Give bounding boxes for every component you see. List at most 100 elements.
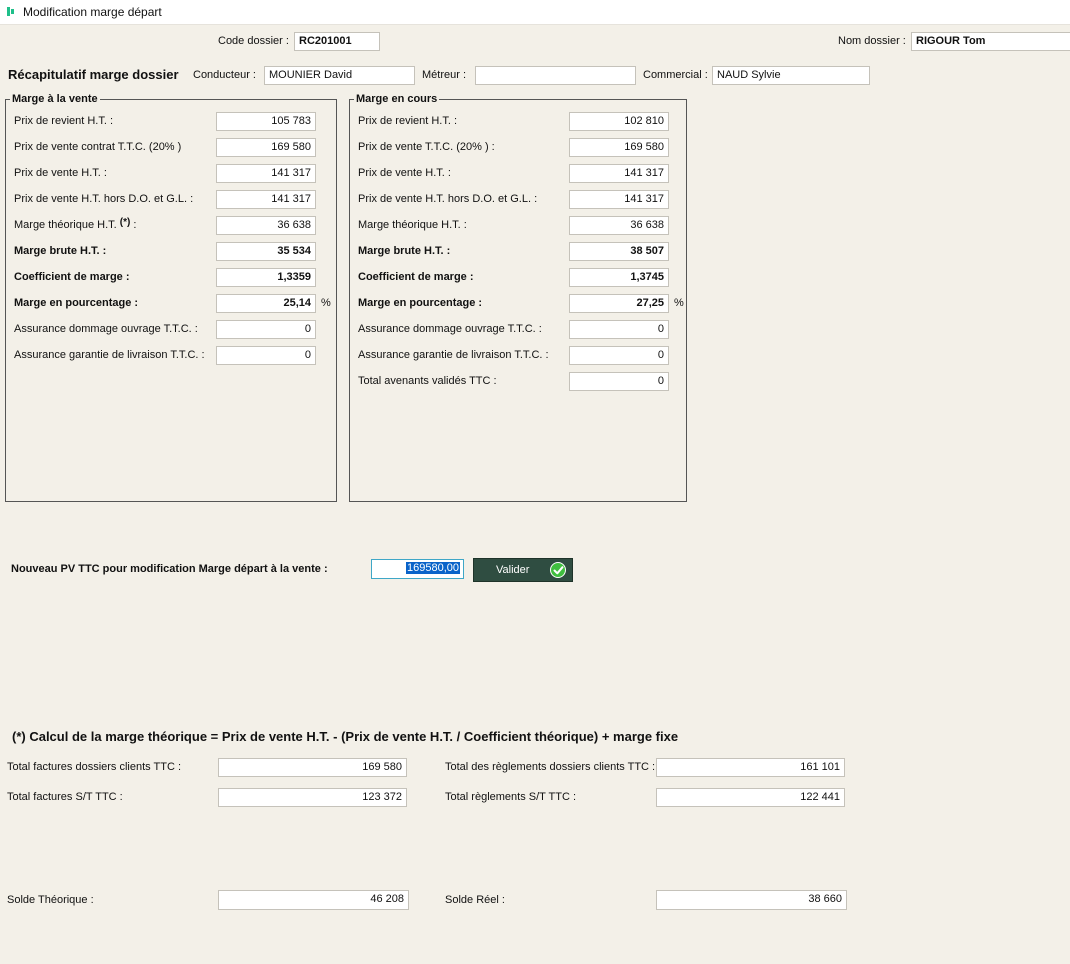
cours-row-label-text: Assurance dommage ouvrage T.T.C. : bbox=[358, 323, 542, 335]
total-factures-st-field[interactable]: 123 372 bbox=[218, 788, 407, 807]
marge-cours-group: Marge en cours Prix de revient H.T. : 102… bbox=[349, 93, 687, 502]
vente-row-field[interactable]: 105 783 bbox=[216, 112, 316, 131]
cours-row-field[interactable]: 0 bbox=[569, 346, 669, 365]
nouveau-pv-value: 169580,00 bbox=[406, 562, 460, 574]
cours-row-label: Prix de vente H.T. : bbox=[358, 167, 451, 179]
nom-dossier-label: Nom dossier : bbox=[838, 35, 906, 47]
cours-row-field[interactable]: 169 580 bbox=[569, 138, 669, 157]
note-star: (*) bbox=[12, 729, 26, 744]
total-reglements-clients-label: Total des règlements dossiers clients TT… bbox=[445, 761, 656, 773]
solde-reel-label: Solde Réel : bbox=[445, 894, 505, 906]
cours-row-field[interactable]: 141 317 bbox=[569, 164, 669, 183]
vente-row-label: Coefficient de marge : bbox=[14, 271, 130, 283]
solde-reel-field[interactable]: 38 660 bbox=[656, 890, 847, 910]
cours-row-field[interactable]: 141 317 bbox=[569, 190, 669, 209]
vente-row-field[interactable]: 169 580 bbox=[216, 138, 316, 157]
conducteur-label: Conducteur : bbox=[193, 69, 256, 81]
commercial-label: Commercial : bbox=[643, 69, 708, 81]
vente-row-field[interactable]: 1,3359 bbox=[216, 268, 316, 287]
vente-row-label-text: Assurance dommage ouvrage T.T.C. : bbox=[14, 323, 198, 335]
nouveau-pv-label: Nouveau PV TTC pour modification Marge d… bbox=[11, 563, 328, 575]
total-reglements-st-field[interactable]: 122 441 bbox=[656, 788, 845, 807]
vente-row-label: Prix de vente contrat T.T.C. (20% ) bbox=[14, 141, 181, 153]
cours-row-field[interactable]: 1,3745 bbox=[569, 268, 669, 287]
cours-row-label: Prix de vente T.T.C. (20% ) : bbox=[358, 141, 495, 153]
vente-row-unit: % bbox=[321, 297, 331, 309]
cours-row-field[interactable]: 0 bbox=[569, 372, 669, 391]
vente-row-field[interactable]: 141 317 bbox=[216, 164, 316, 183]
marge-cours-title: Marge en cours bbox=[354, 93, 440, 106]
total-factures-st-label: Total factures S/T TTC : bbox=[7, 791, 123, 803]
code-dossier-field[interactable]: RC201001 bbox=[294, 32, 380, 51]
cours-row-label-text: Prix de revient H.T. : bbox=[358, 115, 458, 127]
solde-theorique-field[interactable]: 46 208 bbox=[218, 890, 409, 910]
cours-row-label-text: Marge théorique H.T. : bbox=[358, 219, 467, 231]
vente-row-field[interactable]: 25,14 bbox=[216, 294, 316, 313]
vente-row-label-suffix: (*) bbox=[119, 217, 131, 228]
vente-row-label-text: Marge en pourcentage : bbox=[14, 297, 139, 309]
vente-row-label-text: Marge théorique H.T. bbox=[14, 219, 117, 231]
cours-row-label: Prix de revient H.T. : bbox=[358, 115, 457, 127]
metreur-label: Métreur : bbox=[422, 69, 467, 81]
vente-row-label-text: Prix de vente contrat T.T.C. (20% ) bbox=[14, 141, 182, 153]
vente-row-label: Marge en pourcentage : bbox=[14, 297, 138, 309]
cours-row-label-text: Assurance garantie de livraison T.T.C. : bbox=[358, 349, 549, 361]
cours-row-label-text: Prix de vente H.T. : bbox=[358, 167, 451, 179]
cours-row-label: Coefficient de marge : bbox=[358, 271, 474, 283]
cours-row-label: Marge théorique H.T. : bbox=[358, 219, 467, 231]
vente-row-label-text: Prix de vente H.T. hors D.O. et G.L. : bbox=[14, 193, 194, 205]
conducteur-field[interactable]: MOUNIER David bbox=[264, 66, 415, 85]
vente-row-label: Prix de vente H.T. hors D.O. et G.L. : bbox=[14, 193, 193, 205]
cours-row-field[interactable]: 38 507 bbox=[569, 242, 669, 261]
code-dossier-label: Code dossier : bbox=[218, 35, 289, 47]
total-reglements-clients-field[interactable]: 161 101 bbox=[656, 758, 845, 777]
vente-row-field[interactable]: 141 317 bbox=[216, 190, 316, 209]
cours-row-field[interactable]: 0 bbox=[569, 320, 669, 339]
vente-row-label-text: Assurance garantie de livraison T.T.C. : bbox=[14, 349, 205, 361]
vente-row-label: Assurance garantie de livraison T.T.C. : bbox=[14, 349, 205, 361]
total-factures-clients-field[interactable]: 169 580 bbox=[218, 758, 407, 777]
vente-row-field[interactable]: 36 638 bbox=[216, 216, 316, 235]
vente-row-field[interactable]: 0 bbox=[216, 346, 316, 365]
cours-row-field[interactable]: 36 638 bbox=[569, 216, 669, 235]
vente-row-label: Marge brute H.T. : bbox=[14, 245, 106, 257]
vente-row-label: Marge théorique H.T. (*) : bbox=[14, 217, 137, 231]
cours-row-label: Assurance garantie de livraison T.T.C. : bbox=[358, 349, 549, 361]
check-icon bbox=[550, 562, 566, 578]
commercial-field[interactable]: NAUD Sylvie bbox=[712, 66, 870, 85]
vente-row-label-text: Prix de vente H.T. : bbox=[14, 167, 107, 179]
cours-row-unit: % bbox=[674, 297, 684, 309]
cours-row-label-text: Coefficient de marge : bbox=[358, 271, 474, 283]
valider-button-label: Valider bbox=[496, 564, 530, 576]
vente-row-label: Prix de revient H.T. : bbox=[14, 115, 113, 127]
vente-row-label-text: Coefficient de marge : bbox=[14, 271, 130, 283]
vente-row-label-tail: : bbox=[130, 219, 137, 231]
title-bar: Modification marge départ bbox=[0, 0, 1070, 25]
valider-button[interactable]: Valider bbox=[473, 558, 573, 582]
vente-row-field[interactable]: 0 bbox=[216, 320, 316, 339]
cours-row-label: Marge brute H.T. : bbox=[358, 245, 450, 257]
vente-row-field[interactable]: 35 534 bbox=[216, 242, 316, 261]
note-text: Calcul de la marge théorique = Prix de v… bbox=[25, 729, 679, 744]
cours-row-field[interactable]: 27,25 bbox=[569, 294, 669, 313]
recap-title: Récapitulatif marge dossier bbox=[8, 67, 179, 82]
nouveau-pv-input[interactable]: 169580,00 bbox=[371, 559, 464, 579]
cours-row-label-text: Total avenants validés TTC : bbox=[358, 375, 497, 387]
vente-row-label: Prix de vente H.T. : bbox=[14, 167, 107, 179]
vente-row-label-text: Marge brute H.T. : bbox=[14, 245, 107, 257]
cours-row-label-text: Prix de vente H.T. hors D.O. et G.L. : bbox=[358, 193, 538, 205]
cours-row-label-text: Prix de vente T.T.C. (20% ) : bbox=[358, 141, 495, 153]
vente-row-label-text: Prix de revient H.T. : bbox=[14, 115, 114, 127]
vente-row-label: Assurance dommage ouvrage T.T.C. : bbox=[14, 323, 198, 335]
metreur-field[interactable] bbox=[475, 66, 636, 85]
window-title: Modification marge départ bbox=[23, 5, 162, 19]
solde-theorique-label: Solde Théorique : bbox=[7, 894, 94, 906]
cours-row-label-text: Marge brute H.T. : bbox=[358, 245, 451, 257]
app-logo-icon bbox=[7, 7, 15, 16]
cours-row-label: Marge en pourcentage : bbox=[358, 297, 482, 309]
cours-row-label: Prix de vente H.T. hors D.O. et G.L. : bbox=[358, 193, 537, 205]
nom-dossier-field[interactable]: RIGOUR Tom bbox=[911, 32, 1070, 51]
cours-row-field[interactable]: 102 810 bbox=[569, 112, 669, 131]
marge-theorique-note: (*) Calcul de la marge théorique = Prix … bbox=[12, 729, 678, 744]
cours-row-label: Total avenants validés TTC : bbox=[358, 375, 497, 387]
